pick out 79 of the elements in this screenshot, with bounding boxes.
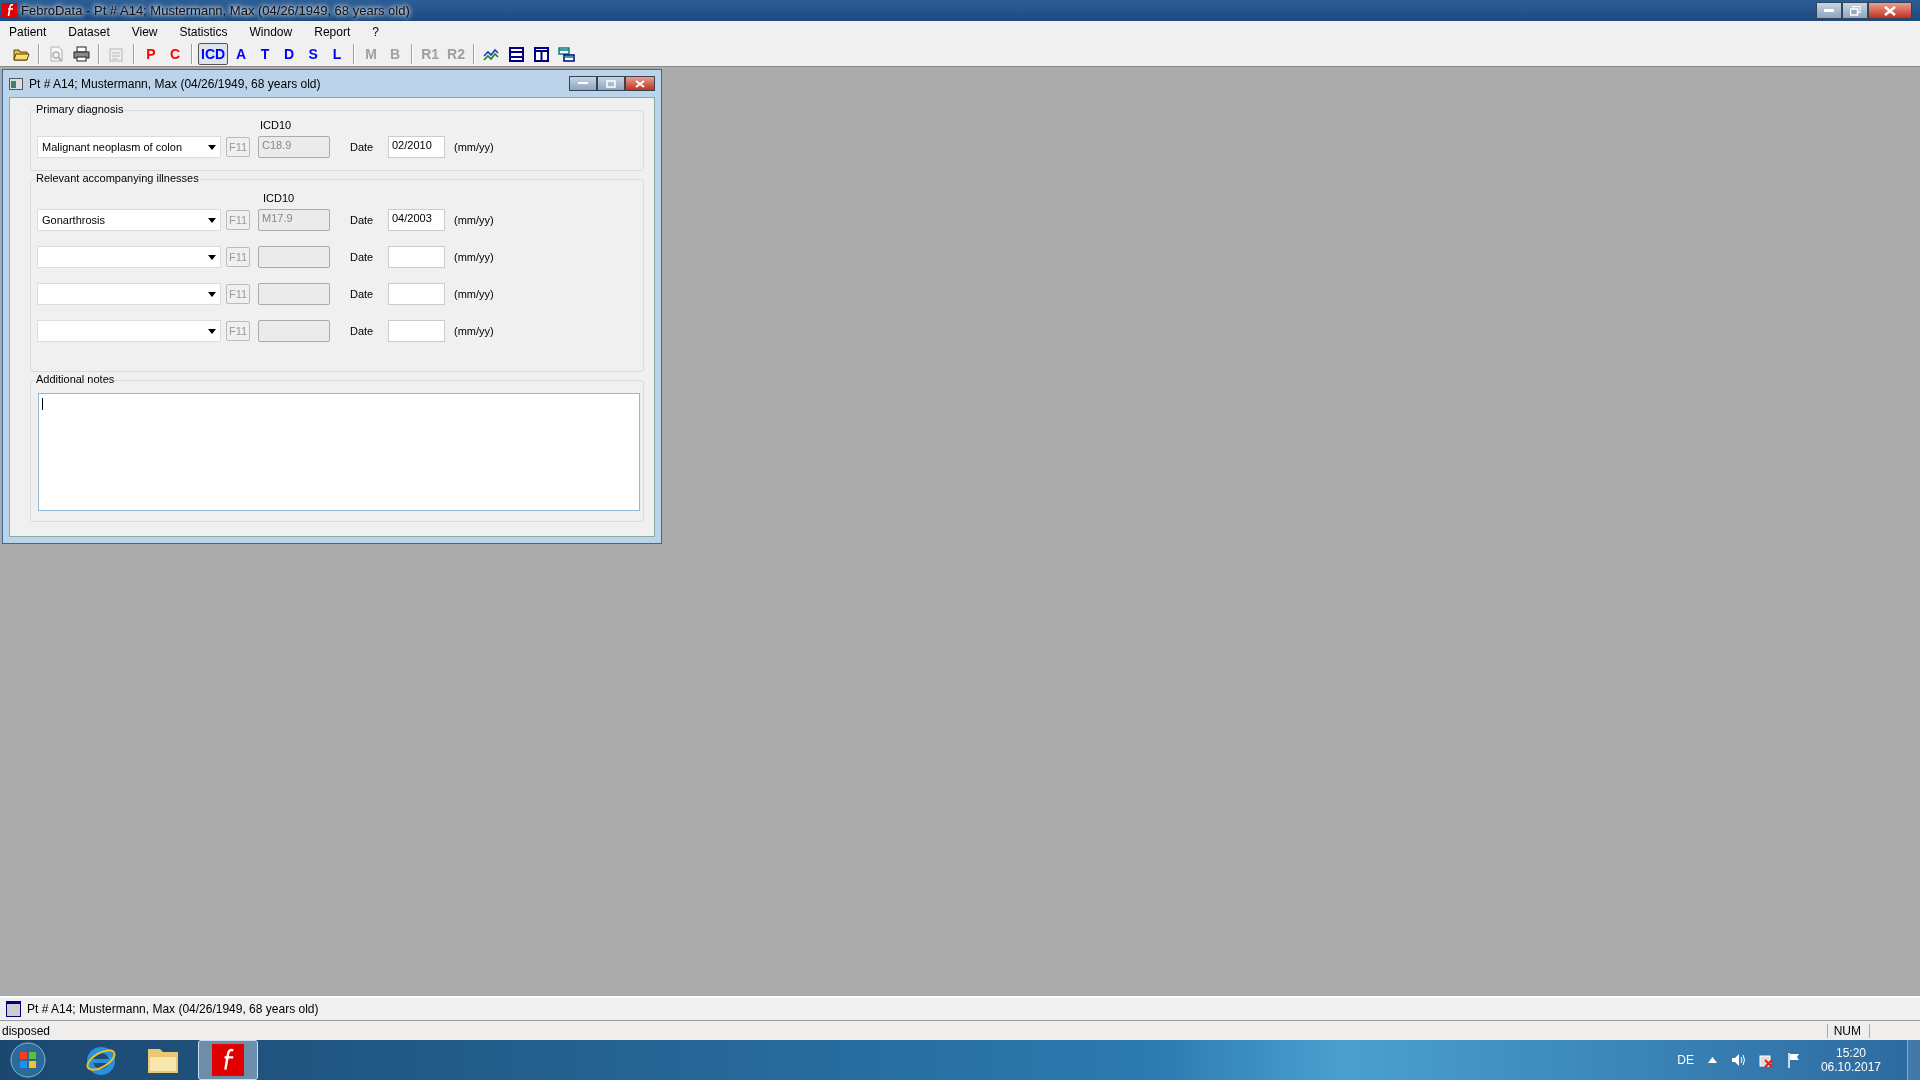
toolbar-button[interactable]: S	[302, 43, 325, 65]
start-button[interactable]	[8, 1040, 48, 1080]
menu-item[interactable]: Patient	[2, 24, 54, 39]
diagnosis-dropdown[interactable]: Malignant neoplasm of colon	[37, 136, 221, 158]
toolbar-button[interactable]: ICD	[198, 43, 229, 65]
menu-item[interactable]: Statistics	[172, 24, 235, 39]
dropdown-arrow-icon	[208, 217, 216, 223]
restore-button[interactable]	[597, 76, 625, 91]
date-format-hint: (mm/yy)	[454, 288, 494, 300]
minimize-icon	[1824, 8, 1834, 13]
up-arrow-icon[interactable]	[1707, 1057, 1717, 1063]
dropdown-arrow-icon	[208, 144, 216, 150]
icd-code-field: M17.9	[258, 209, 330, 231]
icd-code-field	[258, 320, 330, 342]
column-label: ICD10	[260, 119, 293, 132]
date-field[interactable]	[388, 246, 445, 268]
date-format-hint: (mm/yy)	[454, 325, 494, 337]
clock-time[interactable]: 15:20	[1835, 1046, 1866, 1060]
group-label: Primary diagnosis	[35, 103, 125, 115]
group-label: Relevant accompanying illnesses	[35, 172, 200, 184]
close-button[interactable]	[1868, 2, 1912, 19]
window-list-item[interactable]: Pt # A14; Mustermann, Max (04/26/1949, 68 years old)	[27, 1002, 319, 1016]
app-logo-icon[interactable]	[212, 1044, 244, 1076]
speaker-icon[interactable]	[1730, 1053, 1745, 1067]
date-format-hint: (mm/yy)	[454, 214, 494, 226]
menu-item[interactable]: Window	[242, 24, 300, 39]
network-error-icon[interactable]	[1758, 1052, 1773, 1068]
toolbar-button[interactable]: T	[254, 43, 277, 65]
menu-item[interactable]: Report	[307, 24, 358, 39]
date-label: Date	[350, 288, 375, 300]
group-label: Additional notes	[35, 373, 116, 385]
printer-icon[interactable]	[70, 43, 93, 65]
close-button[interactable]	[625, 76, 655, 91]
toolbar-button[interactable]: C	[164, 43, 186, 65]
maximize-icon	[606, 79, 616, 88]
dropdown-arrow-icon	[208, 254, 216, 260]
num-lock-indicator: NUM	[1826, 1023, 1870, 1038]
window-icon	[9, 77, 23, 90]
toolbar-button[interactable]: D	[278, 43, 301, 65]
menu-item[interactable]: View	[124, 24, 165, 39]
flag-icon[interactable]	[1786, 1052, 1801, 1068]
status-message: disposed	[2, 1023, 51, 1038]
dropdown-arrow-icon	[208, 291, 216, 297]
date-field[interactable]	[388, 320, 445, 342]
language-indicator[interactable]: DE	[1677, 1053, 1694, 1067]
minimize-button[interactable]	[1816, 2, 1842, 19]
date-format-hint: (mm/yy)	[454, 251, 494, 263]
menu-item[interactable]: ?	[365, 24, 386, 39]
window-icon	[6, 1001, 21, 1017]
dropdown-arrow-icon	[208, 328, 216, 334]
minimize-button[interactable]	[569, 76, 597, 91]
date-label: Date	[350, 251, 375, 263]
column-label: ICD10	[263, 192, 296, 205]
app-logo-icon	[2, 3, 17, 18]
icd-code-field	[258, 246, 330, 268]
window-title: FebroData - Pt # A14; Mustermann, Max (04/26/1949, 68 years old)	[21, 3, 410, 18]
child-window-title: Pt # A14; Mustermann, Max (04/26/1949, 68 years old)	[29, 76, 321, 91]
icd-code-field: C18.9	[258, 136, 330, 158]
date-field[interactable]	[388, 283, 445, 305]
date-label: Date	[350, 214, 375, 226]
date-field[interactable]: 04/2003	[388, 209, 445, 231]
toolbar-button[interactable]: A	[230, 43, 253, 65]
notes-field[interactable]	[38, 393, 640, 511]
browser-icon[interactable]	[85, 1044, 117, 1076]
date-field[interactable]: 02/2010	[388, 136, 445, 158]
close-icon	[1884, 5, 1896, 16]
clock-date[interactable]: 06.10.2017	[1820, 1060, 1881, 1074]
diagnosis-dropdown[interactable]: Gonarthrosis	[37, 209, 221, 231]
date-label: Date	[350, 325, 375, 337]
restore-icon	[1849, 5, 1861, 16]
menu-item[interactable]: Dataset	[61, 24, 117, 39]
restore-button[interactable]	[1842, 2, 1868, 19]
toolbar-button[interactable]: L	[326, 43, 349, 65]
toolbar-button[interactable]: P	[140, 43, 162, 65]
icd-code-field	[258, 283, 330, 305]
close-icon	[635, 79, 645, 88]
date-format-hint: (mm/yy)	[454, 141, 494, 153]
minimize-icon	[578, 82, 588, 85]
date-label: Date	[350, 141, 375, 153]
